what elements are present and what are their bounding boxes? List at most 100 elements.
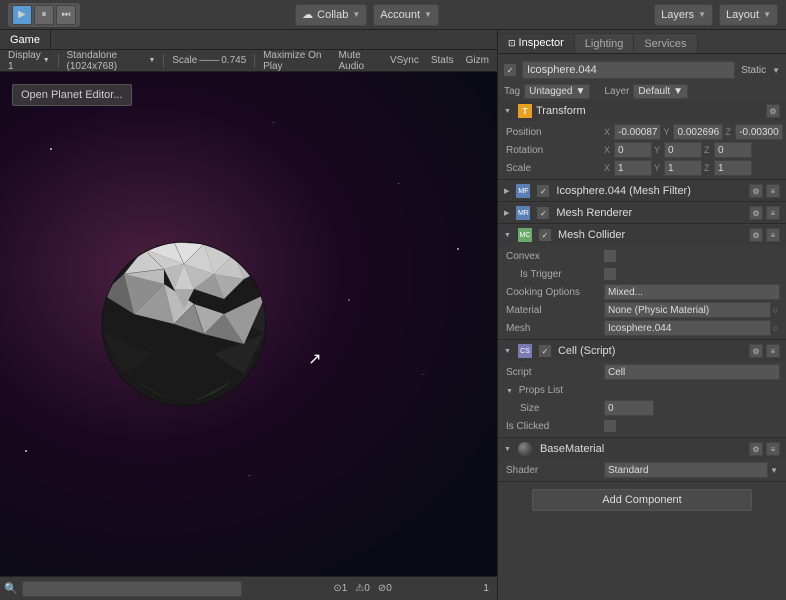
- transform-body: Position X -0.00087 Y 0.002696 Z: [498, 121, 786, 179]
- object-active-checkbox[interactable]: [504, 64, 516, 76]
- mesh-renderer-more-btn[interactable]: ≡: [766, 206, 780, 220]
- mesh-collider-active[interactable]: [539, 229, 551, 241]
- maximize-toggle[interactable]: Maximize On Play: [259, 49, 330, 73]
- object-name-field[interactable]: Icosphere.044: [522, 61, 735, 79]
- tab-lighting[interactable]: Lighting: [575, 33, 635, 53]
- mesh-value[interactable]: Icosphere.044: [604, 320, 771, 336]
- transform-header[interactable]: ▼ T Transform ⚙: [498, 101, 786, 121]
- material-value[interactable]: None (Physic Material): [604, 302, 771, 318]
- pos-y-value[interactable]: 0.002696: [673, 124, 723, 140]
- shader-value[interactable]: Standard: [604, 462, 768, 478]
- game-view: Game Display 1 ▼ Standalone (1024x768) ▼…: [0, 30, 497, 600]
- cell-script-body: Script Cell ▼ Props List Size 0: [498, 361, 786, 437]
- convex-checkbox[interactable]: [604, 250, 616, 262]
- star: [348, 299, 350, 301]
- scale-y-value[interactable]: 1: [664, 160, 702, 176]
- cell-script-settings-btn[interactable]: ⚙: [749, 344, 763, 358]
- size-value[interactable]: 0: [604, 400, 654, 416]
- props-list-row: ▼ Props List: [504, 381, 780, 399]
- play-button[interactable]: ▶: [12, 5, 32, 25]
- display-arrow-icon: ▼: [43, 57, 50, 64]
- transform-actions: ⚙: [766, 104, 780, 118]
- collab-dropdown[interactable]: ☁ Collab ▼: [295, 4, 367, 26]
- material-link-icon: ○: [771, 305, 780, 315]
- mesh-filter-active[interactable]: [537, 185, 549, 197]
- star: [50, 148, 52, 150]
- is-trigger-row: Is Trigger: [504, 265, 780, 283]
- cell-script-active[interactable]: [539, 345, 551, 357]
- scene-canvas[interactable]: Open Planet Editor... ↗: [0, 72, 497, 576]
- rot-y-value[interactable]: 0: [664, 142, 702, 158]
- game-options-bar: Display 1 ▼ Standalone (1024x768) ▼ Scal…: [0, 50, 497, 72]
- rot-x-value[interactable]: 0: [614, 142, 652, 158]
- mesh-filter-icon: MF: [516, 184, 530, 198]
- props-collapse-icon: ▼: [506, 388, 513, 395]
- layers-dropdown[interactable]: Layers ▼: [654, 4, 713, 26]
- mute-toggle[interactable]: Mute Audio: [335, 49, 382, 73]
- vsync-toggle[interactable]: VSync: [386, 54, 423, 67]
- base-material-settings-btn[interactable]: ⚙: [749, 442, 763, 456]
- scale-z-value[interactable]: 1: [714, 160, 752, 176]
- search-icon: 🔍: [4, 582, 18, 595]
- base-material-more-btn[interactable]: ≡: [766, 442, 780, 456]
- error-icon: ⊘0: [376, 583, 394, 594]
- is-trigger-checkbox[interactable]: [604, 268, 616, 280]
- pos-z-value[interactable]: -0.00300: [735, 124, 782, 140]
- standalone-selector[interactable]: Standalone (1024x768) ▼: [63, 49, 160, 73]
- account-arrow-icon: ▼: [424, 10, 432, 19]
- base-material-body: Shader Standard ▼: [498, 459, 786, 481]
- base-material-header[interactable]: ▼ BaseMaterial ⚙ ≡: [498, 439, 786, 459]
- pos-x-value[interactable]: -0.00087: [614, 124, 661, 140]
- rot-x-field: X 0: [604, 142, 652, 158]
- mesh-renderer-header[interactable]: ▶ MR Mesh Renderer ⚙ ≡: [498, 203, 786, 223]
- pause-button[interactable]: ⏸: [34, 5, 54, 25]
- gizmos-toggle[interactable]: Gizm: [462, 54, 493, 67]
- cooking-label: Cooking Options: [504, 287, 604, 298]
- scale-control[interactable]: Scale —— 0.745: [168, 54, 250, 67]
- mesh-filter-header[interactable]: ▶ MF Icosphere.044 (Mesh Filter) ⚙ ≡: [498, 181, 786, 201]
- search-input[interactable]: [22, 581, 242, 597]
- mesh-collider-settings-btn[interactable]: ⚙: [749, 228, 763, 242]
- mesh-renderer-settings-btn[interactable]: ⚙: [749, 206, 763, 220]
- script-value[interactable]: Cell: [604, 364, 780, 380]
- script-label: Script: [504, 367, 604, 378]
- separator2: [163, 54, 164, 68]
- mesh-collider-icon: MC: [518, 228, 532, 242]
- cell-script-more-btn[interactable]: ≡: [766, 344, 780, 358]
- is-clicked-checkbox[interactable]: [604, 420, 616, 432]
- stats-toggle[interactable]: Stats: [427, 54, 458, 67]
- cell-script-icon: CS: [518, 344, 532, 358]
- step-button[interactable]: ⏭: [56, 5, 76, 25]
- game-tab[interactable]: Game: [0, 30, 51, 49]
- convex-label: Convex: [504, 251, 604, 262]
- mesh-collider-more-btn[interactable]: ≡: [766, 228, 780, 242]
- transform-settings-btn[interactable]: ⚙: [766, 104, 780, 118]
- account-dropdown[interactable]: Account ▼: [373, 4, 439, 26]
- mesh-collider-collapse-icon: ▼: [504, 232, 511, 239]
- mesh-filter-settings-btn[interactable]: ⚙: [749, 184, 763, 198]
- material-row: Material None (Physic Material) ○: [504, 301, 780, 319]
- mesh-collider-actions: ⚙ ≡: [749, 228, 780, 242]
- scale-fields: X 1 Y 1 Z 1: [604, 160, 780, 176]
- is-clicked-row: Is Clicked: [504, 417, 780, 435]
- cooking-value[interactable]: Mixed...: [604, 284, 780, 300]
- mesh-renderer-active[interactable]: [537, 207, 549, 219]
- tab-services[interactable]: Services: [634, 33, 697, 53]
- separator3: [254, 54, 255, 68]
- layout-dropdown[interactable]: Layout ▼: [719, 4, 778, 26]
- mesh-filter-collapse-icon: ▶: [504, 187, 509, 195]
- open-planet-button[interactable]: Open Planet Editor...: [12, 84, 132, 106]
- game-tab-bar: Game: [0, 30, 497, 50]
- layer-dropdown[interactable]: Default ▼: [633, 84, 688, 99]
- scale-x-value[interactable]: 1: [614, 160, 652, 176]
- cell-script-header[interactable]: ▼ CS Cell (Script) ⚙ ≡: [498, 341, 786, 361]
- shader-label: Shader: [504, 465, 604, 476]
- display-selector[interactable]: Display 1 ▼: [4, 49, 54, 73]
- add-component-button[interactable]: Add Component: [532, 489, 753, 511]
- mesh-collider-header[interactable]: ▼ MC Mesh Collider ⚙ ≡: [498, 225, 786, 245]
- mesh-filter-more-btn[interactable]: ≡: [766, 184, 780, 198]
- tab-inspector[interactable]: ⊡ Inspector: [498, 33, 575, 53]
- tag-dropdown[interactable]: Untagged ▼: [524, 84, 590, 99]
- base-material-component: ▼ BaseMaterial ⚙ ≡ Shader Standard ▼: [498, 439, 786, 482]
- rot-z-value[interactable]: 0: [714, 142, 752, 158]
